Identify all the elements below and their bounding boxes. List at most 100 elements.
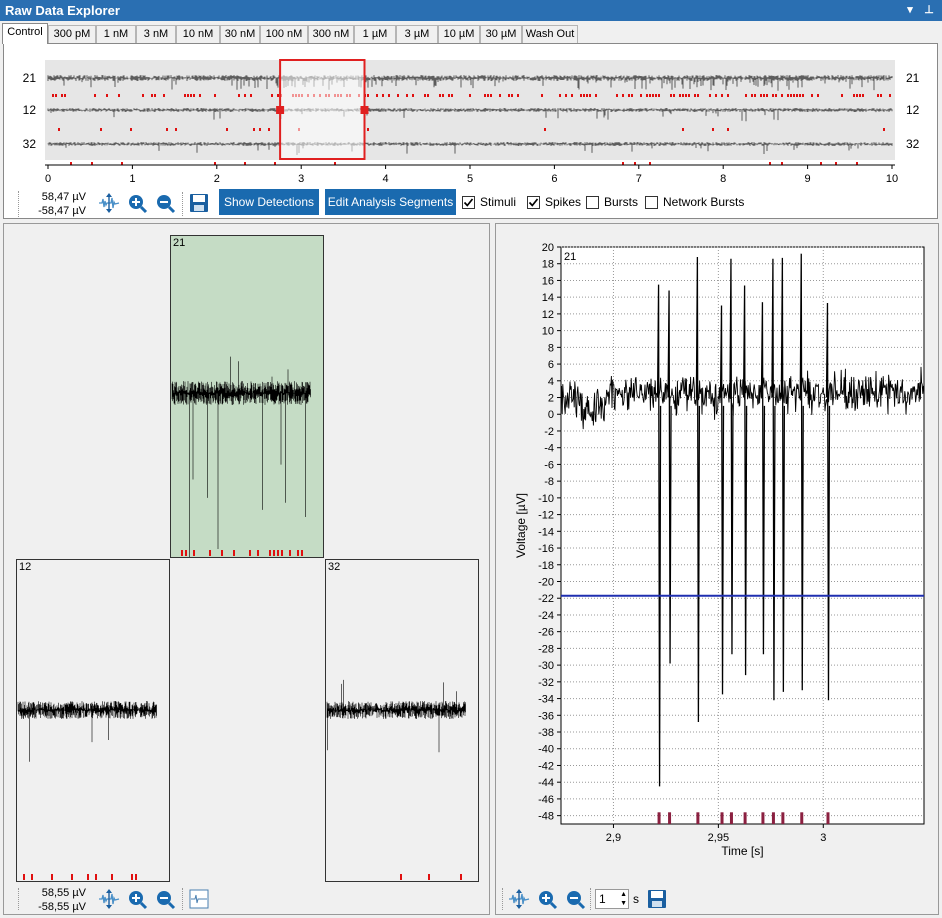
zoom-in-icon[interactable] [126, 192, 148, 214]
overview-spike-marker [682, 128, 684, 131]
zoom-in-icon[interactable] [126, 888, 148, 910]
overview-x-tick-label: 6 [551, 173, 557, 184]
tab-control[interactable]: Control [2, 23, 48, 44]
y-tick-label: -10 [538, 493, 554, 505]
auto-scale-icon[interactable] [98, 888, 120, 910]
overview-spike-marker [226, 128, 228, 131]
overview-spike-marker [154, 94, 156, 97]
toolbar-grip[interactable] [18, 191, 19, 217]
channel-grid-panel: 21 12 32 58,55 µV -58,55 µV [3, 223, 490, 915]
overview-spike-marker [727, 94, 729, 97]
spike-marker [771, 812, 775, 824]
auto-scale-icon[interactable] [98, 192, 120, 214]
selection-handle-left[interactable] [276, 106, 285, 114]
tab-30-µm[interactable]: 30 µM [480, 25, 522, 44]
overview-spike-marker [877, 94, 879, 97]
channel-trace-21 [171, 356, 311, 557]
channel-spike-marker [31, 874, 33, 880]
overview-spike-marker [214, 94, 216, 97]
detail-plot-area [560, 246, 925, 825]
stimuli-checkbox[interactable] [462, 196, 475, 209]
overview-spike-marker [853, 94, 855, 97]
tab-10-nm[interactable]: 10 nM [176, 25, 220, 44]
y-tick-label: -12 [538, 510, 554, 522]
spinner-arrows-icon[interactable]: ▲ ▼ [620, 890, 627, 908]
tab-1-nm[interactable]: 1 nM [96, 25, 136, 44]
zoom-out-icon[interactable] [154, 192, 176, 214]
overview-spike-marker [616, 94, 618, 97]
y-tick-label: -14 [538, 526, 554, 538]
pin-icon[interactable]: ⊥ [921, 2, 937, 18]
tab-1-µm[interactable]: 1 µM [354, 25, 396, 44]
overview-spike-marker [694, 94, 696, 97]
overview-spike-marker [58, 128, 60, 131]
overview-spike-marker [880, 94, 882, 97]
y-tick-label: -36 [538, 710, 554, 722]
save-icon[interactable] [188, 192, 210, 214]
spikes-checkbox[interactable] [527, 196, 540, 209]
overview-spike-marker [646, 94, 648, 97]
overview-x-tick-label: 0 [45, 173, 51, 184]
overview-spike-marker [184, 94, 186, 97]
selection-rectangle[interactable] [279, 59, 366, 160]
tab-30-nm[interactable]: 30 nM [220, 25, 260, 44]
network-bursts-checkbox[interactable] [645, 196, 658, 209]
overview-spike-marker [652, 94, 654, 97]
dropdown-icon[interactable]: ▾ [902, 2, 918, 18]
overview-spike-marker [238, 94, 240, 97]
overview-spike-marker [424, 94, 426, 97]
overview-spike-marker [487, 94, 489, 97]
range-max-label: 58,47 µV [41, 191, 86, 203]
overview-spike-marker [163, 94, 165, 97]
y-tick-label: -16 [538, 543, 554, 555]
zoom-in-icon[interactable] [536, 888, 558, 910]
channel-spike-marker [297, 550, 299, 556]
channel-spike-marker [257, 550, 259, 556]
tab-3-µm[interactable]: 3 µM [396, 25, 438, 44]
overview-chart[interactable]: 21 2112 1232 320 1 2 3 4 5 6 7 8 9 10 [4, 44, 937, 184]
zoom-out-icon[interactable] [564, 888, 586, 910]
channel-spike-marker [233, 550, 235, 556]
overview-spike-marker [655, 94, 657, 97]
show-detections-button[interactable]: Show Detections [219, 189, 319, 215]
channel-spike-marker [71, 874, 73, 880]
zoom-out-icon[interactable] [154, 888, 176, 910]
network-bursts-checkbox-label: Network Bursts [663, 195, 745, 209]
overview-x-tick-label: 1 [129, 173, 135, 184]
tab-300-nm[interactable]: 300 nM [308, 25, 354, 44]
overview-x-tick-label: 10 [886, 173, 898, 184]
overview-spike-marker [268, 128, 270, 131]
overview-spike-marker [565, 94, 567, 97]
tab-300-pm[interactable]: 300 pM [48, 25, 96, 44]
overview-channel-label-right: 32 [906, 137, 920, 151]
overview-channel-label-left: 21 [23, 71, 37, 85]
time-window-spinner[interactable]: 1 ▲ ▼ [595, 889, 629, 909]
toolbar-grip[interactable] [502, 888, 503, 910]
bursts-checkbox[interactable] [586, 196, 599, 209]
overview-spike-marker [817, 94, 819, 97]
channel-spike-marker [460, 874, 462, 880]
tab-10-µm[interactable]: 10 µM [438, 25, 480, 44]
overview-spike-marker [151, 94, 153, 97]
overview-spike-marker [673, 94, 675, 97]
y-tick-label: 10 [542, 326, 554, 338]
tab-wash-out[interactable]: Wash Out [522, 25, 578, 44]
channel-spike-marker [181, 550, 183, 556]
channel-spike-marker [51, 874, 53, 880]
auto-scale-icon[interactable] [508, 888, 530, 910]
channel-box-21[interactable]: 21 [170, 235, 324, 558]
detail-chart[interactable]: 20181614121086420-2-4-6-8-10-12-14-16-18… [496, 224, 938, 884]
selection-handle-right[interactable] [360, 106, 369, 114]
overview-spike-marker [688, 94, 690, 97]
channel-box-12[interactable]: 12 [16, 559, 170, 882]
save-icon[interactable] [646, 888, 668, 910]
channel-spike-marker [111, 874, 113, 880]
channel-spike-marker [400, 874, 402, 880]
tab-100-nm[interactable]: 100 nM [260, 25, 308, 44]
edit-analysis-segments-button[interactable]: Edit Analysis Segments [325, 189, 456, 215]
time-window-unit: s [633, 892, 639, 906]
channel-box-32[interactable]: 32 [325, 559, 479, 882]
waveform-view-icon[interactable] [188, 888, 210, 910]
tab-3-nm[interactable]: 3 nM [136, 25, 176, 44]
toolbar-grip[interactable] [18, 888, 19, 910]
